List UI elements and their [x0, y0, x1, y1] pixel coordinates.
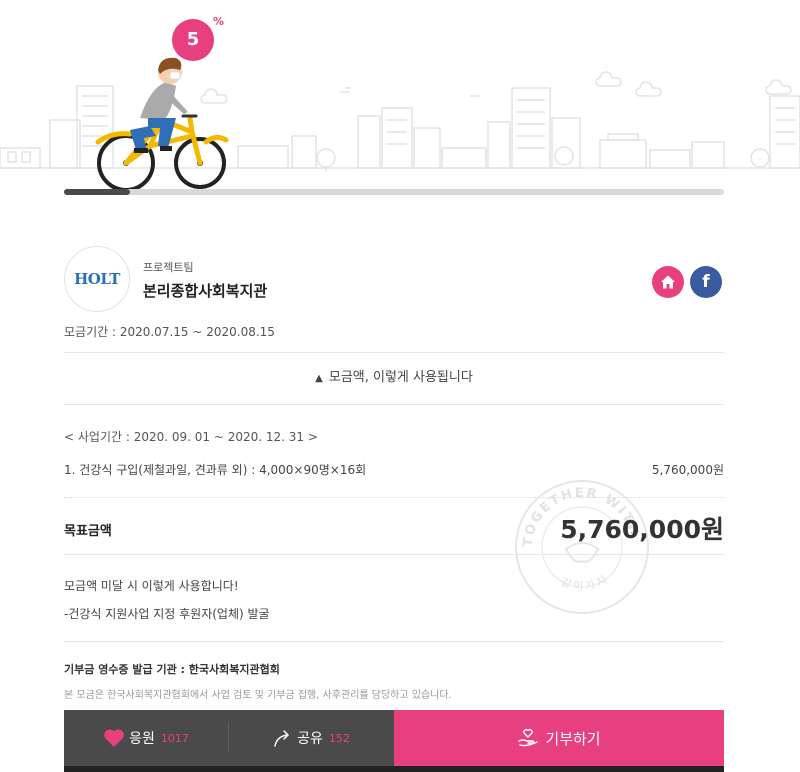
- content-preview-strip: [64, 766, 724, 772]
- business-period: < 사업기간 : 2020. 09. 01 ~ 2020. 12. 31 >: [64, 430, 318, 444]
- hand-heart-icon: [518, 729, 539, 747]
- social-actions: 응원 1017 공유 152: [64, 710, 394, 766]
- divider: [64, 554, 724, 555]
- percent-sign: %: [213, 15, 225, 28]
- heart-icon: [104, 729, 124, 747]
- home-icon: [661, 275, 675, 289]
- svg-text:같이가치: 같이가치: [559, 572, 611, 593]
- share-arrow-icon: [274, 730, 290, 747]
- fundraising-period: 모금기간 : 2020.07.15 ~ 2020.08.15: [64, 325, 275, 339]
- cheer-button[interactable]: 응원 1017: [64, 710, 228, 766]
- donate-label: 기부하기: [545, 729, 601, 748]
- donate-button[interactable]: 기부하기: [394, 710, 724, 766]
- divider: [64, 641, 724, 642]
- cheer-label: 응원: [129, 731, 155, 747]
- organization-role: 프로젝트팀: [143, 261, 194, 274]
- receipt-issuer: 기부금 영수증 발급 기관 : 한국사회복지관협회: [64, 661, 280, 677]
- organization-header: HOLT 프로젝트팀 본리종합사회복지관 f: [64, 246, 724, 312]
- progress-illustration: 5 %: [0, 0, 800, 200]
- action-bar: 응원 1017 공유 152 기부하기: [64, 710, 724, 766]
- budget-item-amount: 5,760,000원: [651, 463, 724, 477]
- goal-amount: 5,760,000원: [560, 515, 724, 544]
- share-button[interactable]: 공유 152: [229, 710, 394, 766]
- divider: [64, 352, 724, 353]
- usage-toggle-label: 모금액, 이렇게 사용됩니다: [328, 370, 473, 385]
- progress-bar-fill: [64, 189, 130, 195]
- share-label: 공유: [297, 731, 323, 747]
- organization-name[interactable]: 본리종합사회복지관: [143, 280, 267, 301]
- disclaimer-text: 본 모금은 한국사회복지관협회에서 사업 검토 및 기부금 집행, 사후관리를 …: [64, 690, 452, 701]
- cheer-count: 1017: [160, 731, 189, 745]
- divider: [64, 404, 724, 405]
- budget-item-description: 1. 건강식 구입(제철과일, 견과류 외) : 4,000×90명×16회: [64, 463, 367, 477]
- shortfall-note-detail: -건강식 지원사업 지정 후원자(업체) 발굴: [64, 607, 270, 621]
- cyclist-illustration: [95, 57, 229, 192]
- organization-logo: HOLT: [64, 246, 130, 312]
- progress-percent-bubble: 5: [172, 19, 214, 61]
- goal-label: 목표금액: [64, 524, 112, 539]
- together-stamp-watermark: TOGETHER WITH KAKAO 같이가치: [512, 477, 649, 614]
- facebook-icon: f: [702, 272, 710, 292]
- budget-item: 1. 건강식 구입(제철과일, 견과류 외) : 4,000×90명×16회 5…: [64, 461, 724, 478]
- progress-bar: [64, 189, 724, 195]
- cityscape-illustration: [0, 57, 800, 192]
- logo-text: HOLT: [74, 270, 120, 288]
- home-button[interactable]: [652, 266, 684, 298]
- share-count: 152: [328, 731, 350, 745]
- receipt-issuer-label: 기부금 영수증 발급 기관 : 한국사회복지관협회: [64, 663, 280, 676]
- usage-toggle[interactable]: ▲ 모금액, 이렇게 사용됩니다: [64, 366, 724, 385]
- shortfall-note-heading: 모금액 미달 시 이렇게 사용합니다!: [64, 579, 239, 593]
- triangle-up-icon: ▲: [315, 373, 323, 384]
- facebook-button[interactable]: f: [690, 266, 722, 298]
